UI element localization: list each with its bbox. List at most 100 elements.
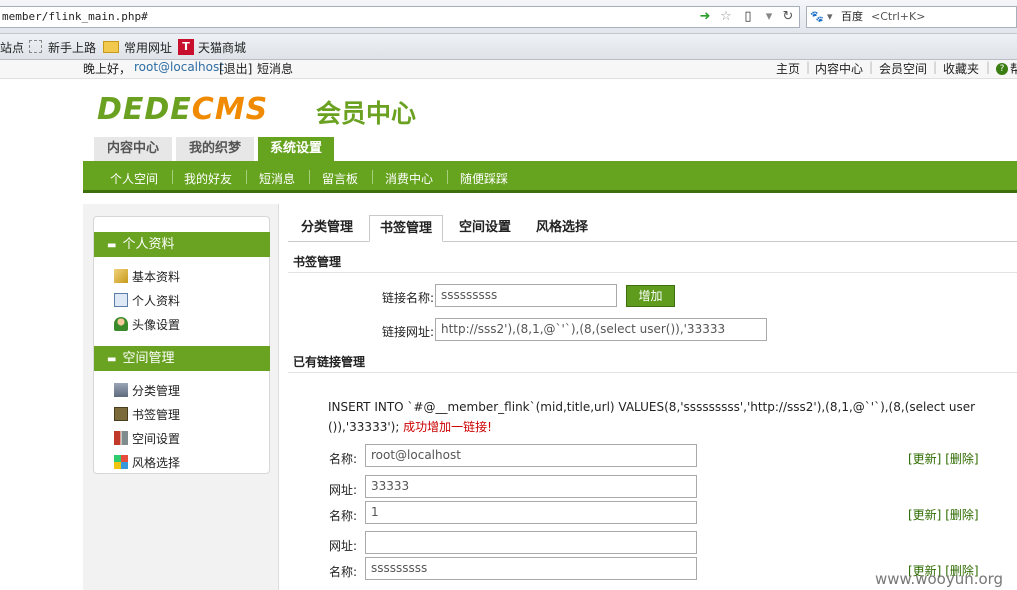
logout-link[interactable]: [退出] [219,60,252,77]
subnav-divider [246,170,247,184]
sidebar-item-personal-info[interactable]: 个人资料 [114,293,180,309]
tab-system-settings[interactable]: 系统设置 [258,137,334,163]
tab-style[interactable]: 风格选择 [536,215,588,241]
bookmark-folder-icon [114,407,128,421]
collapse-icon: ▬ [107,240,117,251]
delete-link[interactable]: [删除] [945,452,978,466]
id-card-icon [114,293,128,307]
sidebar-section-label: 个人资料 [122,237,175,252]
link-row-name-input[interactable]: root@localhost [365,444,697,467]
link-name-label: 链接名称: [382,291,435,305]
tools-icon [114,431,128,445]
sidebar-item-label: 风格选择 [132,456,181,470]
sidebar-item-space-settings[interactable]: 空间设置 [114,431,180,447]
address-bar[interactable]: member/flink_main.php# [0,6,800,28]
logo[interactable]: DEDECMS [97,92,268,127]
tab-content-center[interactable]: 内容中心 [94,137,172,161]
update-link[interactable]: [更新] [908,452,941,466]
sidebar-item-label: 分类管理 [132,384,181,398]
bookmark-tmall[interactable]: 天猫商城 [198,39,246,56]
bookmark-sites[interactable]: 站点 [0,39,24,56]
messages-link[interactable]: 短消息 [257,60,293,77]
logo-dede: DEDE [97,92,192,127]
sidebar-section-profile[interactable]: ▬ 个人资料 [94,232,270,257]
section-divider [288,372,1017,373]
sidebar-item-basic-info[interactable]: 基本资料 [114,269,180,285]
bookmarks-bar: 站点 新手上路 常用网址 T 天猫商城 [0,34,1017,60]
sidebar-section-space[interactable]: ▬ 空间管理 [94,346,270,371]
sidebar-item-label: 头像设置 [132,318,181,332]
sidebar-item-category[interactable]: 分类管理 [114,383,180,399]
tab-space-settings[interactable]: 空间设置 [459,215,511,241]
subnav-divider [372,170,373,184]
url-label: 网址: [329,539,358,553]
sidebar-item-style[interactable]: 风格选择 [114,455,180,471]
page-icon [29,40,42,53]
phone-icon[interactable]: ▯ [740,9,756,25]
search-engine-dropdown-icon[interactable]: ▾ [827,7,833,27]
search-placeholder: <Ctrl+K> [871,10,926,23]
link-row-url-input[interactable]: 33333 [365,475,697,498]
sub-navigation: 个人空间 我的好友 短消息 留言板 消费中心 随便踩踩 [83,161,1017,193]
row-actions: [更新] [删除] [908,450,979,467]
link-name-input[interactable]: sssssssss [435,284,617,307]
favorites-link[interactable]: 收藏夹 [943,60,979,77]
user-avatar-icon [114,317,128,331]
update-link[interactable]: [更新] [908,508,941,522]
help-link-partial[interactable]: 帮 [1010,60,1017,77]
greeting: 晚上好， [83,62,132,76]
search-box[interactable]: 🐾 ▾ 百度 <Ctrl+K> [806,6,1017,28]
subnav-random-visit[interactable]: 随便踩踩 [460,170,508,187]
divider: | [986,60,991,74]
go-icon[interactable]: ➜ [697,9,713,25]
divider: | [869,60,874,74]
subnav-guestbook[interactable]: 留言板 [322,170,358,187]
tab-bookmarks[interactable]: 书签管理 [369,215,444,242]
row-actions: [更新] [删除] [908,506,979,523]
link-url-input[interactable]: http://sss2'),(8,1,@`'`),(8,(select user… [435,318,767,341]
sidebar-item-bookmarks[interactable]: 书签管理 [114,407,180,423]
divider: | [806,60,811,74]
edit-pencil-icon [114,269,128,283]
help-icon[interactable]: ? [996,63,1008,75]
username-link[interactable]: root@localhost [134,60,224,74]
site-topbar: 晚上好， root@localhost [退出] 短消息 主页 | 内容中心 |… [0,60,1017,79]
collapse-icon: ▬ [107,354,117,365]
bookmark-newbie[interactable]: 新手上路 [48,39,96,56]
success-message: 成功增加一链接! [403,420,492,434]
delete-link[interactable]: [删除] [945,508,978,522]
subnav-consumption[interactable]: 消费中心 [385,170,433,187]
baidu-paw-icon: 🐾 [810,10,824,23]
reload-icon[interactable]: ↻ [780,9,796,25]
divider: | [933,60,938,74]
bookmark-common[interactable]: 常用网址 [124,39,172,56]
home-link[interactable]: 主页 [776,60,800,77]
section-title-bookmarks: 书签管理 [293,255,342,269]
sidebar-section-label: 空间管理 [122,351,175,366]
subnav-divider [172,170,173,184]
link-row-url-input[interactable] [365,531,697,554]
add-button[interactable]: 增加 [626,285,675,307]
tab-category[interactable]: 分类管理 [301,215,353,241]
link-url-label: 链接网址: [382,325,435,339]
sitemap-icon [114,383,128,397]
tmall-icon: T [178,39,194,55]
browser-toolbar: member/flink_main.php# ➜ ☆ ▯ ▾ ↻ 🐾 ▾ 百度 … [0,0,1017,34]
subnav-personal-space[interactable]: 个人空间 [110,170,158,187]
link-row-name-input[interactable]: 1 [365,501,697,524]
content-center-link[interactable]: 内容中心 [815,60,863,77]
subnav-my-friends[interactable]: 我的好友 [184,170,232,187]
folder-icon [103,41,119,53]
subnav-divider [447,170,448,184]
search-engine-name: 百度 [841,10,863,23]
dropdown-arrow-icon[interactable]: ▾ [761,9,777,25]
link-row-name-input[interactable]: sssssssss [365,557,697,580]
star-icon[interactable]: ☆ [718,9,734,25]
url-label: 网址: [329,483,358,497]
member-space-link[interactable]: 会员空间 [879,60,927,77]
watermark: www.wooyun.org [875,570,1004,588]
subnav-messages[interactable]: 短消息 [259,170,295,187]
sidebar-item-label: 基本资料 [132,270,181,284]
tab-my-dream[interactable]: 我的织梦 [176,137,254,161]
sidebar-item-avatar[interactable]: 头像设置 [114,317,180,333]
